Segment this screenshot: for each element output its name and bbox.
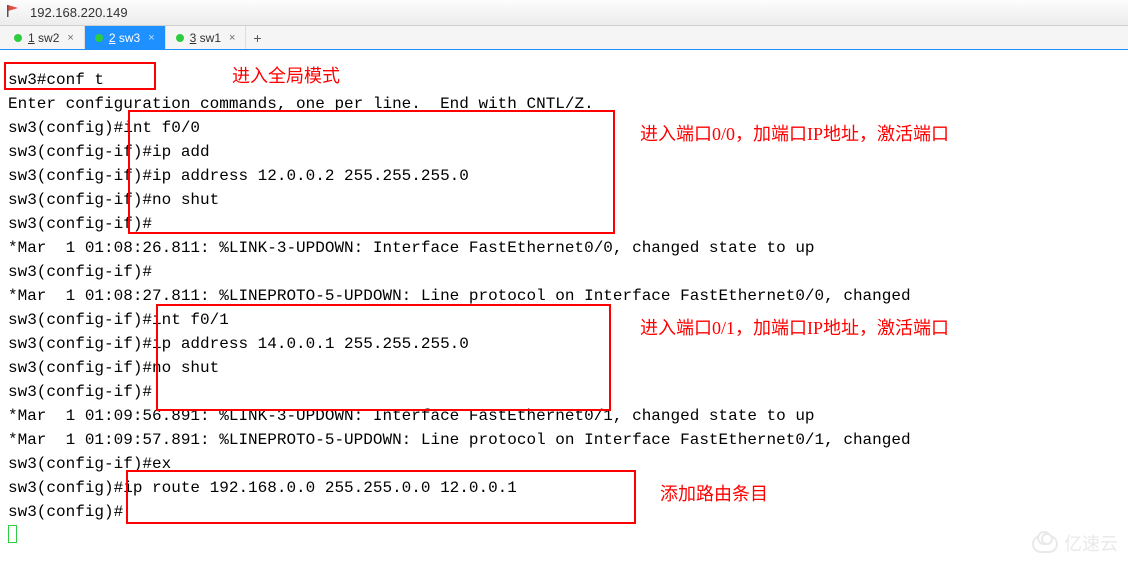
status-dot-icon bbox=[14, 34, 22, 42]
terminal-line: sw3(config-if)# bbox=[8, 383, 152, 401]
tab-label: 3 sw1 bbox=[190, 31, 221, 45]
tab-label: 2 sw3 bbox=[109, 31, 140, 45]
window-title: 192.168.220.149 bbox=[30, 5, 128, 20]
close-icon[interactable]: × bbox=[148, 32, 154, 44]
terminal-line: sw3(config-if)#ip add bbox=[8, 143, 210, 161]
cloud-icon bbox=[1032, 535, 1058, 553]
close-icon[interactable]: × bbox=[229, 32, 235, 44]
terminal-output[interactable]: sw3#conf t Enter configuration commands,… bbox=[0, 50, 1128, 566]
close-icon[interactable]: × bbox=[67, 32, 73, 44]
title-bar: 192.168.220.149 bbox=[0, 0, 1128, 26]
annotation: 进入端口0/1，加端口IP地址，激活端口 bbox=[640, 316, 949, 340]
terminal-line: sw3(config-if)#no shut bbox=[8, 191, 219, 209]
tab-sw1[interactable]: 3 sw1 × bbox=[166, 26, 247, 49]
status-dot-icon bbox=[176, 34, 184, 42]
terminal-line: sw3(config-if)# bbox=[8, 215, 152, 233]
terminal-line: *Mar 1 01:08:26.811: %LINK-3-UPDOWN: Int… bbox=[8, 239, 815, 257]
watermark-text: 亿速云 bbox=[1064, 532, 1118, 556]
annotation: 进入全局模式 bbox=[232, 64, 340, 88]
terminal-line: sw3(config-if)#no shut bbox=[8, 359, 219, 377]
terminal-line: sw3(config-if)#ex bbox=[8, 455, 171, 473]
terminal-line: sw3(config)# bbox=[8, 503, 123, 521]
tab-sw3[interactable]: 2 sw3 × bbox=[85, 26, 166, 49]
add-tab-button[interactable]: + bbox=[246, 26, 268, 49]
tab-label: 1 sw2 bbox=[28, 31, 59, 45]
terminal-line: sw3(config-if)#ip address 12.0.0.2 255.2… bbox=[8, 167, 469, 185]
terminal-line: sw3(config-if)#int f0/1 bbox=[8, 311, 229, 329]
terminal-line: Enter configuration commands, one per li… bbox=[8, 95, 594, 113]
annotation: 添加路由条目 bbox=[660, 482, 768, 506]
terminal-line: sw3#conf t bbox=[8, 71, 104, 89]
terminal-line: *Mar 1 01:09:56.891: %LINK-3-UPDOWN: Int… bbox=[8, 407, 815, 425]
terminal-line: sw3(config-if)#ip address 14.0.0.1 255.2… bbox=[8, 335, 469, 353]
flag-icon bbox=[6, 4, 20, 21]
watermark: 亿速云 bbox=[1032, 532, 1118, 556]
tab-sw2[interactable]: 1 sw2 × bbox=[4, 26, 85, 49]
status-dot-icon bbox=[95, 34, 103, 42]
terminal-line: sw3(config)#int f0/0 bbox=[8, 119, 200, 137]
terminal-line: sw3(config-if)# bbox=[8, 263, 152, 281]
tab-strip: 1 sw2 × 2 sw3 × 3 sw1 × + bbox=[0, 26, 1128, 50]
annotation: 进入端口0/0，加端口IP地址，激活端口 bbox=[640, 122, 949, 146]
terminal-line: sw3(config)#ip route 192.168.0.0 255.255… bbox=[8, 479, 517, 497]
terminal-line: *Mar 1 01:09:57.891: %LINEPROTO-5-UPDOWN… bbox=[8, 431, 911, 449]
cursor-icon bbox=[8, 525, 17, 543]
terminal-line: *Mar 1 01:08:27.811: %LINEPROTO-5-UPDOWN… bbox=[8, 287, 911, 305]
